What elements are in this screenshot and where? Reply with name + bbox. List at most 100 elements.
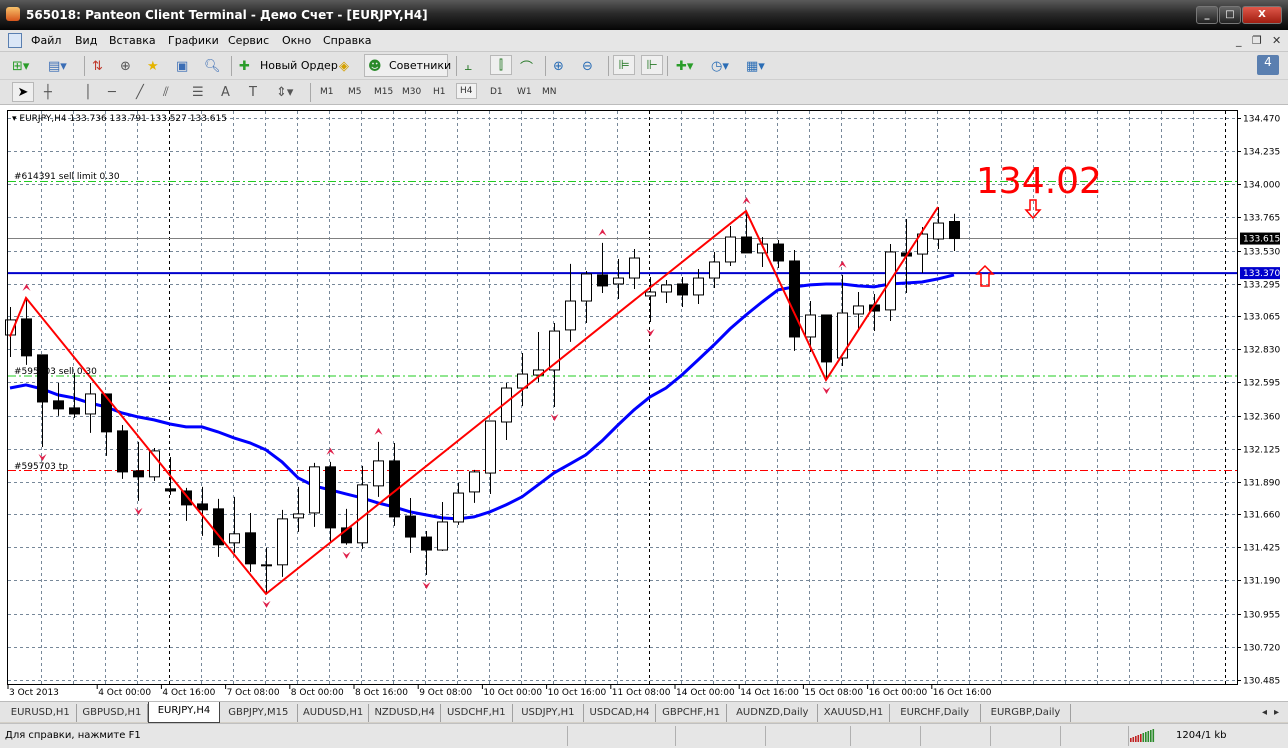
notifications-badge[interactable]: 4 (1257, 55, 1279, 75)
strategy-tester-icon[interactable]: 🔍︎ (204, 56, 221, 76)
navigator-icon[interactable]: ★ (147, 56, 159, 76)
separator (231, 56, 232, 76)
tab-gbpusd-h1[interactable]: GBPUSD,H1 (77, 704, 149, 722)
mdi-restore-button[interactable]: ❐ (1252, 34, 1262, 47)
timeframe-d1[interactable]: D1 (490, 87, 503, 97)
signal-bar (1137, 735, 1140, 742)
menu-view[interactable]: Вид (75, 34, 97, 47)
timeframe-w1[interactable]: W1 (517, 87, 532, 97)
market-watch-icon[interactable]: ⇅ (92, 56, 103, 76)
candle-body (405, 515, 416, 538)
cursor-icon[interactable]: ➤ (12, 82, 34, 102)
time-tick-label: 3 Oct 2013 (9, 688, 59, 698)
arrows-icon[interactable]: ⇕▾ (276, 82, 293, 102)
tab-eurjpy-h4[interactable]: EURJPY,H4 (148, 702, 220, 723)
periods-icon[interactable]: ◷▾ (711, 56, 729, 76)
tab-nzdusd-h4[interactable]: NZDUSD,H4 (369, 704, 441, 722)
timeframe-m1[interactable]: M1 (320, 87, 334, 97)
close-button[interactable]: X (1242, 6, 1282, 24)
candle (325, 461, 336, 543)
fractal-up-icon (598, 228, 607, 236)
tab-usdchf-h1[interactable]: USDCHF,H1 (441, 704, 513, 722)
candle (261, 547, 272, 594)
candle-body (469, 471, 480, 493)
minimize-button[interactable]: _ (1196, 6, 1218, 24)
menu-help[interactable]: Справка (323, 34, 371, 47)
candle (21, 297, 32, 365)
menu-window[interactable]: Окно (282, 34, 311, 47)
timeframe-h4[interactable]: H4 (456, 83, 477, 99)
tab-gbpchf-h1[interactable]: GBPCHF,H1 (656, 704, 728, 722)
collapse-icon[interactable]: ▾ (12, 114, 19, 124)
horizontal-line-icon[interactable]: ─ (108, 82, 116, 102)
tab-scroll-right-icon[interactable]: ▸ (1274, 704, 1279, 722)
traffic-text: 1204/1 kb (1176, 730, 1227, 741)
mdi-minimize-button[interactable]: _ (1236, 34, 1242, 47)
menu-insert[interactable]: Вставка (109, 34, 156, 47)
tab-usdcad-h4[interactable]: USDCAD,H4 (584, 704, 656, 722)
new-order-button[interactable]: Новый Ордер (260, 59, 338, 72)
crosshair-icon[interactable]: ⊕ (120, 56, 131, 76)
tab-eurgbp-daily[interactable]: EURGBP,Daily (981, 704, 1072, 722)
fractal-down-icon (342, 551, 351, 559)
price-chart[interactable]: 134.470 134.235 134.000 133.765 133.530 133.2… (0, 105, 1288, 701)
autoscroll-icon[interactable]: ⊫ (613, 55, 635, 75)
time-tick-label: 11 Oct 08:00 (612, 688, 671, 698)
timeframe-h1[interactable]: H1 (433, 87, 446, 97)
tab-xauusd-h1[interactable]: XAUUSD,H1 (818, 704, 890, 722)
candle (885, 244, 896, 322)
candle-body (293, 513, 304, 519)
menu-tools[interactable]: Сервис (228, 34, 269, 47)
chart-window-icon[interactable] (8, 33, 22, 48)
candle (245, 512, 256, 572)
time-tick-label: 8 Oct 16:00 (355, 688, 408, 698)
price-tick-label: 134.000 (1243, 181, 1280, 191)
bar-chart-icon[interactable]: ⫠ (464, 56, 472, 76)
terminal-icon[interactable]: ▣ (176, 56, 188, 76)
alert-icon[interactable]: ◈ (339, 56, 349, 76)
trendline-icon[interactable]: ╱ (136, 82, 144, 102)
tab-eurchf-daily[interactable]: EURCHF,Daily (890, 704, 981, 722)
menu-file[interactable]: Файл (31, 34, 61, 47)
candlestick-chart-icon[interactable]: ⫿ (490, 55, 512, 75)
timeframe-mn[interactable]: MN (542, 87, 557, 97)
text-icon[interactable]: A (221, 82, 230, 102)
tab-gbpjpy-m15[interactable]: GBPJPY,M15 (220, 704, 298, 722)
zoom-in-icon[interactable]: ⊕ (553, 56, 564, 76)
signal-bar (1135, 736, 1137, 742)
timeframe-m5[interactable]: M5 (348, 87, 362, 97)
tab-usdjpy-h1[interactable]: USDJPY,H1 (513, 704, 585, 722)
tab-audusd-h1[interactable]: AUDUSD,H1 (298, 704, 370, 722)
experts-button[interactable]: ☻ Советники (364, 54, 451, 77)
new-chart-icon[interactable]: ⊞▾ (12, 56, 29, 76)
vertical-line-icon[interactable]: │ (84, 82, 92, 102)
signal-bar (1150, 730, 1152, 742)
fibonacci-icon[interactable]: ☰ (192, 82, 204, 102)
chart-window[interactable]: 134.470 134.235 134.000 133.765 133.530 133.2… (0, 105, 1288, 701)
line-chart-icon[interactable]: ⌒ (520, 56, 533, 76)
text-label-icon[interactable]: T (249, 82, 257, 102)
crosshair-tool-icon[interactable]: ┼ (44, 82, 52, 102)
timeframe-m15[interactable]: M15 (374, 87, 393, 97)
tab-scroll-left-icon[interactable]: ◂ (1262, 704, 1267, 722)
price-tick-label: 130.720 (1243, 644, 1280, 654)
profiles-icon[interactable]: ▤▾ (48, 56, 67, 76)
new-order-icon[interactable]: ✚ (239, 56, 250, 76)
candle-body (661, 284, 672, 293)
menu-charts[interactable]: Графики (168, 34, 219, 47)
maximize-button[interactable]: □ (1219, 6, 1241, 24)
mdi-close-button[interactable]: ✕ (1272, 34, 1281, 47)
candle-body (85, 393, 96, 415)
tab-audnzd-daily[interactable]: AUDNZD,Daily (727, 704, 819, 722)
equidistant-channel-icon[interactable]: ⫽ (163, 82, 169, 102)
candle (421, 530, 432, 575)
templates-icon[interactable]: ▦▾ (746, 56, 765, 76)
timeframe-m30[interactable]: M30 (402, 87, 421, 97)
candle-body (853, 305, 864, 315)
price-axis: 134.470 134.235 134.000 133.765 133.530 133.2… (1237, 115, 1280, 687)
indicators-icon[interactable]: ✚▾ (676, 56, 693, 76)
time-tick-label: 4 Oct 00:00 (98, 688, 151, 698)
zoom-out-icon[interactable]: ⊖ (582, 56, 593, 76)
chart-shift-icon[interactable]: ⊩ (641, 55, 663, 75)
tab-eurusd-h1[interactable]: EURUSD,H1 (5, 704, 77, 722)
